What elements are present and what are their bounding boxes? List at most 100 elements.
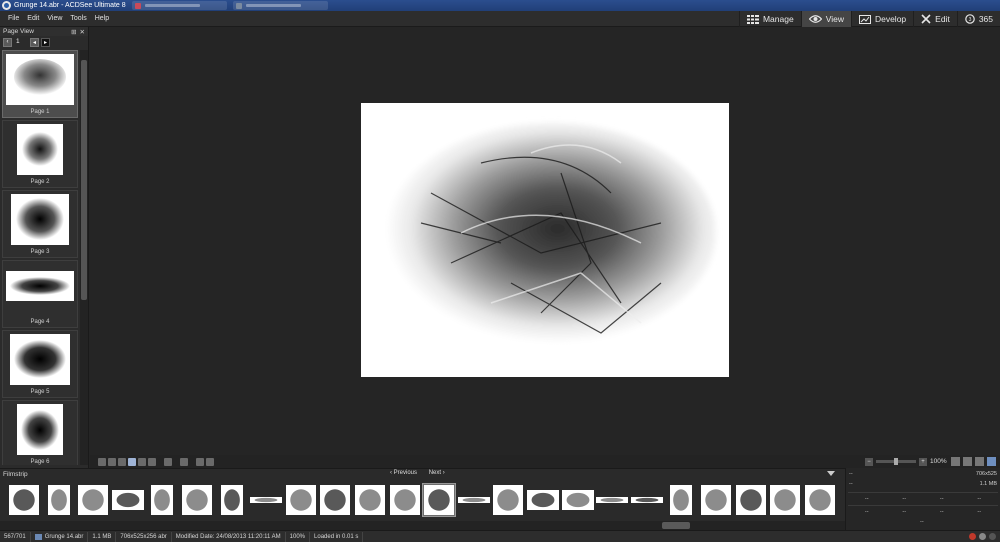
info-cell: -- <box>977 509 982 515</box>
filmstrip-thumbnail[interactable] <box>111 483 145 517</box>
page-list-scrollbar[interactable] <box>80 50 88 465</box>
filmstrip-thumbnail[interactable] <box>630 483 664 517</box>
zoom-menu-button[interactable] <box>951 457 960 466</box>
close-icon[interactable]: ✕ <box>80 29 85 36</box>
page-thumb-3[interactable]: Page 3 <box>2 190 78 258</box>
page-first-button[interactable]: ‹ <box>3 37 12 47</box>
magnify-icon[interactable] <box>148 457 156 466</box>
mode-edit-button[interactable]: Edit <box>913 11 957 27</box>
filmstrip-thumbnail[interactable] <box>318 483 352 517</box>
filmstrip-thumbnail[interactable] <box>42 483 76 517</box>
page-label: Page 1 <box>30 109 50 115</box>
filmstrip-thumbnail[interactable] <box>353 483 387 517</box>
filmstrip-thumbnail-image <box>355 485 385 515</box>
filmstrip-thumbnail[interactable] <box>699 483 733 517</box>
taskbar-tab-1[interactable] <box>131 1 227 10</box>
develop-icon <box>858 14 871 24</box>
zoom-slider[interactable] <box>876 458 916 465</box>
filmstrip-thumbnail[interactable] <box>561 483 595 517</box>
menu-file[interactable]: File <box>0 15 23 22</box>
filmstrip-thumbnail[interactable] <box>803 483 837 517</box>
filmstrip-thumbnail[interactable] <box>249 483 283 517</box>
page-thumb-image <box>11 194 69 245</box>
fit-screen-button[interactable] <box>963 457 972 466</box>
rotate-icon[interactable] <box>180 457 188 466</box>
filmstrip-thumbnail[interactable] <box>388 483 422 517</box>
filmstrip-thumbnail[interactable] <box>76 483 110 517</box>
filmstrip-thumbnail[interactable] <box>7 483 41 517</box>
zoom-out-button[interactable]: − <box>865 457 873 466</box>
filmstrip-thumbnail[interactable] <box>664 483 698 517</box>
mode-switcher: Manage View Develop Edit 3 365 <box>738 11 1000 27</box>
menu-edit[interactable]: Edit <box>23 15 43 22</box>
mode-manage-button[interactable]: Manage <box>738 11 801 27</box>
page-number-field[interactable]: 1 <box>14 38 28 47</box>
page-thumb-4[interactable]: Page 4 <box>2 260 78 328</box>
menu-help[interactable]: Help <box>91 15 113 22</box>
fit-icon[interactable] <box>138 457 146 466</box>
scrollbar-thumb[interactable] <box>662 522 690 529</box>
filmstrip-scrollbar[interactable] <box>0 521 845 530</box>
viewer-toolbar: − + 100% <box>90 455 1000 468</box>
pin-icon[interactable]: ⊞ <box>71 29 76 36</box>
filmstrip-thumbnail-image <box>527 490 559 510</box>
page-thumb-2[interactable]: Page 2 <box>2 120 78 188</box>
page-label: Page 6 <box>30 459 50 465</box>
main-image <box>361 103 729 377</box>
notification-icon[interactable] <box>989 533 996 540</box>
mode-develop-button[interactable]: Develop <box>850 11 913 27</box>
pan-mode-button[interactable] <box>987 457 996 466</box>
filmstrip-thumbnail-image <box>78 485 108 515</box>
page-thumb-image <box>10 334 70 385</box>
filmstrip-thumbnail[interactable] <box>491 483 525 517</box>
display-mode-icon[interactable] <box>98 457 106 466</box>
taskbar-tab-2[interactable] <box>232 1 328 10</box>
error-icon[interactable] <box>969 533 976 540</box>
info-row: -- -- -- -- <box>848 492 998 505</box>
mode-365-button[interactable]: 3 365 <box>956 11 1000 27</box>
histogram-icon[interactable] <box>206 457 214 466</box>
next-link[interactable]: Next › <box>429 470 445 476</box>
filmstrip-thumbnail[interactable] <box>457 483 491 517</box>
layout-icon[interactable] <box>108 457 116 466</box>
page-thumb-image <box>17 124 63 175</box>
page-label: Page 2 <box>30 179 50 185</box>
actual-size-button[interactable] <box>975 457 984 466</box>
page-thumb-5[interactable]: Page 5 <box>2 330 78 398</box>
adjust-sliders-icon[interactable] <box>196 457 204 466</box>
page-prev-button[interactable]: ◂ <box>30 37 39 47</box>
filmstrip-thumbnail[interactable] <box>180 483 214 517</box>
image-viewer[interactable] <box>90 27 1000 455</box>
eye-icon <box>808 15 822 23</box>
filmstrip-thumbnail[interactable] <box>734 483 768 517</box>
filmstrip-thumbnail-image <box>736 485 766 515</box>
compare-icon[interactable] <box>118 457 126 466</box>
filmstrip: Filmstrip ‹ Previous Next › <box>0 468 845 530</box>
status-icons <box>969 533 996 540</box>
filmstrip-thumbnail[interactable] <box>145 483 179 517</box>
pan-icon[interactable] <box>164 457 172 466</box>
zoom-in-button[interactable]: + <box>919 457 927 466</box>
scrollbar-thumb[interactable] <box>81 60 87 300</box>
chevron-down-icon[interactable] <box>827 471 835 476</box>
filmstrip-thumbnail[interactable] <box>595 483 629 517</box>
previous-link[interactable]: ‹ Previous <box>390 470 417 476</box>
menu-tools[interactable]: Tools <box>66 15 90 22</box>
mode-view-button[interactable]: View <box>800 11 851 27</box>
window-title: Grunge 14.abr - ACDSee Ultimate 8 <box>14 2 126 9</box>
page-thumb-6[interactable]: Page 6 <box>2 400 78 465</box>
edit-tools-icon <box>921 14 931 24</box>
status-zoom: 100% <box>286 531 311 542</box>
filmstrip-thumbnail[interactable] <box>768 483 802 517</box>
zoom-slider-knob[interactable] <box>894 458 898 465</box>
filmstrip-thumbnail[interactable] <box>215 483 249 517</box>
filmstrip-thumbnail[interactable] <box>422 483 456 517</box>
filmstrip-thumbnail[interactable] <box>284 483 318 517</box>
info-icon[interactable] <box>979 533 986 540</box>
status-modified: Modified Date: 24/08/2013 11:20:11 AM <box>172 531 286 542</box>
single-view-icon[interactable] <box>128 457 136 466</box>
page-thumb-1[interactable]: Page 1 <box>2 50 78 118</box>
page-next-button[interactable]: ▸ <box>41 37 50 47</box>
menu-view[interactable]: View <box>43 15 66 22</box>
filmstrip-thumbnail[interactable] <box>526 483 560 517</box>
